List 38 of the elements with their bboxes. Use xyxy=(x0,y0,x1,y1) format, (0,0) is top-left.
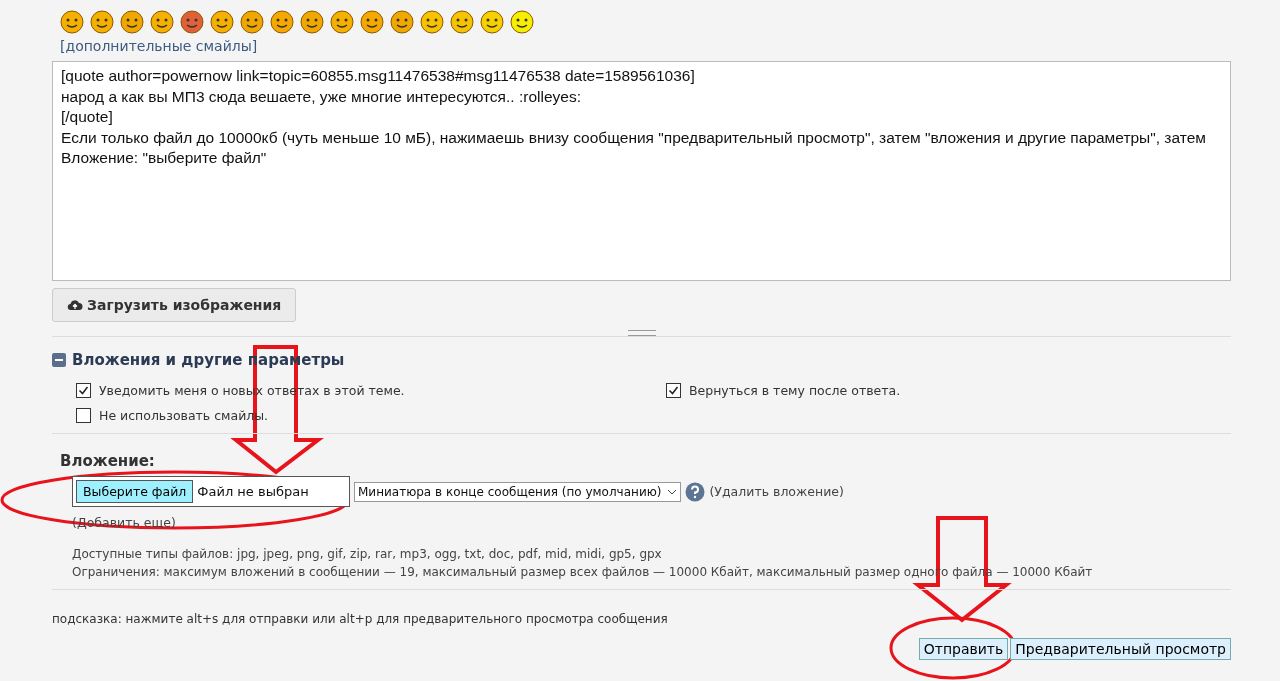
collapse-toggle-icon[interactable] xyxy=(52,353,66,367)
upload-images-button[interactable]: Загрузить изображения xyxy=(52,288,297,322)
checkbox[interactable] xyxy=(76,383,91,398)
checkbox-label: Вернуться в тему после ответа. xyxy=(689,383,901,398)
smiley-icon[interactable] xyxy=(450,10,474,34)
smiley-icon[interactable] xyxy=(270,10,294,34)
smiley-icon[interactable] xyxy=(390,10,414,34)
cloud-upload-icon xyxy=(67,299,83,311)
smiley-icon[interactable] xyxy=(120,10,144,34)
smiley-icon[interactable] xyxy=(180,10,204,34)
smiley-icon[interactable] xyxy=(360,10,384,34)
smiley-icon[interactable] xyxy=(300,10,324,34)
dropdown-caret-icon xyxy=(667,488,678,495)
placement-select[interactable]: Миниатюра в конце сообщения (по умолчанию) xyxy=(354,481,682,502)
smiley-icon[interactable] xyxy=(90,10,114,34)
allowed-file-types: Доступные типы файлов: jpg, jpeg, png, gif, zip, rar, mp3, ogg, txt, doc, pdf, mid, midi, gp5, gpx xyxy=(72,547,663,561)
resize-grip-icon[interactable] xyxy=(627,330,656,336)
checkbox[interactable] xyxy=(76,408,91,423)
smiley-icon[interactable] xyxy=(330,10,354,34)
smiley-icon[interactable] xyxy=(210,10,234,34)
attachment-label: Вложение: xyxy=(60,452,156,470)
more-smileys-link[interactable]: [дополнительные смайлы] xyxy=(60,38,258,54)
message-textarea[interactable]: [quote author=powernow link=topic=60855.msg11476538#msg11476538 date=1589561036] народ а как вы МП3 сюда вешаете, уже многие интересуются.. :rolleyes: [/quote] Если только файл до 10000кб (чуть меньше 10 мБ), нажимаешь внизу сообщения "предварительный просмотр", затем "вложения и другие параметры", затем Вложение: "выберите файл" xyxy=(52,61,1231,281)
smiley-icon[interactable] xyxy=(60,10,84,34)
hint-text: подсказка: нажмите alt+s для отправки или alt+p для предварительного просмотра сообщения xyxy=(52,612,669,626)
smiley-icon[interactable] xyxy=(480,10,504,34)
smiley-icon[interactable] xyxy=(420,10,444,34)
preview-button[interactable]: Предварительный просмотр xyxy=(1010,638,1231,660)
choose-file-button[interactable]: Выберите файл xyxy=(76,480,194,503)
file-status: Файл не выбран xyxy=(197,484,309,499)
smiley-icon[interactable] xyxy=(510,10,534,34)
checkbox[interactable] xyxy=(666,383,681,398)
remove-attachment-link[interactable]: (Удалить вложение) xyxy=(709,484,844,499)
smiley-icon[interactable] xyxy=(150,10,174,34)
file-input[interactable]: Выберите файл Файл не выбран xyxy=(72,476,350,507)
smiley-icon[interactable] xyxy=(240,10,264,34)
help-icon[interactable] xyxy=(685,481,706,502)
submit-button[interactable]: Отправить xyxy=(918,638,1009,660)
